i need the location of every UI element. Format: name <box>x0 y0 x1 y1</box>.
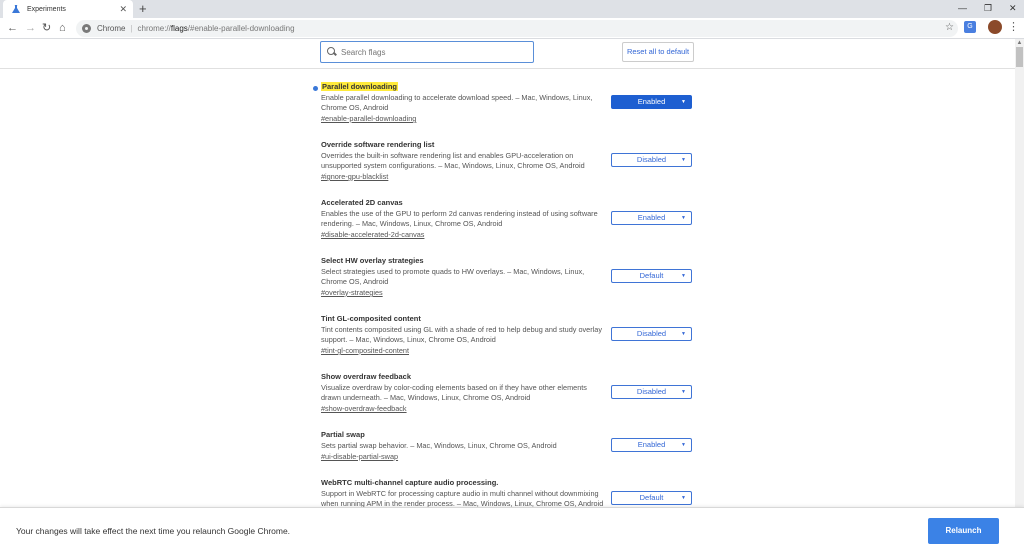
flag-item: Parallel downloading Enable parallel dow… <box>0 82 1015 140</box>
flag-description: Enable parallel downloading to accelerat… <box>321 93 593 112</box>
flag-item: Tint GL-composited content Tint contents… <box>0 314 1015 372</box>
forward-icon[interactable]: → <box>25 20 36 36</box>
flag-description: Visualize overdraw by color-coding eleme… <box>321 383 587 402</box>
flag-select[interactable]: Enabled ▼ <box>611 438 692 452</box>
new-tab-icon[interactable]: + <box>139 1 147 17</box>
flag-item: Override software rendering list Overrid… <box>0 140 1015 198</box>
flag-description: Sets partial swap behavior. – Mac, Windo… <box>321 441 557 450</box>
flag-title: WebRTC multi-channel capture audio proce… <box>321 478 499 487</box>
close-window-icon[interactable]: ✕ <box>1009 1 1017 15</box>
flag-list: Parallel downloading Enable parallel dow… <box>0 70 1015 507</box>
flag-link[interactable]: #enable-parallel-downloading <box>321 114 416 123</box>
flag-title: Override software rendering list <box>321 140 435 149</box>
dropdown-arrow-icon: ▼ <box>681 389 686 395</box>
flag-link[interactable]: #ignore-gpu-blacklist <box>321 172 388 181</box>
relaunch-button[interactable]: Relaunch <box>928 518 999 544</box>
dropdown-arrow-icon: ▼ <box>681 215 686 221</box>
flag-description: Tint contents composited using GL with a… <box>321 325 602 344</box>
flag-description: Select strategies used to promote quads … <box>321 267 585 286</box>
flag-title: Show overdraw feedback <box>321 372 412 381</box>
flag-description: Support in WebRTC for processing capture… <box>321 489 604 507</box>
reset-all-button[interactable]: Reset all to default <box>622 42 694 62</box>
flag-title: Partial swap <box>321 430 365 439</box>
search-box[interactable] <box>320 41 534 63</box>
flag-link[interactable]: #disable-accelerated-2d-canvas <box>321 230 424 239</box>
flag-item: Select HW overlay strategies Select stra… <box>0 256 1015 314</box>
address-bar[interactable]: Chrome | chrome://flags/#enable-parallel… <box>76 20 958 37</box>
back-icon[interactable]: ← <box>7 20 18 36</box>
flag-item: Accelerated 2D canvas Enables the use of… <box>0 198 1015 256</box>
dropdown-arrow-icon: ▼ <box>681 442 686 448</box>
dropdown-arrow-icon: ▼ <box>681 99 686 105</box>
flag-select[interactable]: Disabled ▼ <box>611 385 692 399</box>
flag-item: Show overdraw feedback Visualize overdra… <box>0 372 1015 430</box>
tab-experiments[interactable]: Experiments ✕ <box>3 0 133 18</box>
site-label: Chrome <box>97 24 126 33</box>
scroll-thumb[interactable] <box>1016 47 1023 67</box>
flag-title: Select HW overlay strategies <box>321 256 424 265</box>
home-icon[interactable]: ⌂ <box>59 20 66 36</box>
flag-select[interactable]: Enabled ▼ <box>611 211 692 225</box>
flag-description: Enables the use of the GPU to perform 2d… <box>321 209 598 228</box>
url-text: chrome://flags/#enable-parallel-download… <box>137 24 295 33</box>
restore-icon[interactable]: ❐ <box>984 1 992 15</box>
flag-link[interactable]: #show-overdraw-feedback <box>321 404 407 413</box>
modified-indicator <box>313 86 318 91</box>
flag-select[interactable]: Enabled ▼ <box>611 95 692 109</box>
search-icon <box>327 47 337 57</box>
address-separator: | <box>130 24 133 33</box>
tab-strip: Experiments ✕ + — ❐ ✕ <box>0 0 1024 18</box>
relaunch-message: Your changes will take effect the next t… <box>16 526 291 536</box>
dropdown-arrow-icon: ▼ <box>681 157 686 163</box>
browser-toolbar: ← → ↻ ⌂ Chrome | chrome://flags/#enable-… <box>0 18 1024 39</box>
relaunch-bar: Your changes will take effect the next t… <box>0 507 1024 555</box>
search-input[interactable] <box>341 47 521 57</box>
dropdown-arrow-icon: ▼ <box>681 331 686 337</box>
flag-link[interactable]: #ui-disable-partial-swap <box>321 452 398 461</box>
dropdown-arrow-icon: ▼ <box>681 273 686 279</box>
flag-select[interactable]: Default ▼ <box>611 491 692 505</box>
scroll-up-icon[interactable]: ▲ <box>1015 39 1024 47</box>
flask-icon <box>12 5 20 13</box>
flag-description: Overrides the built-in software renderin… <box>321 151 585 170</box>
minimize-icon[interactable]: — <box>958 1 967 15</box>
flags-header: Reset all to default <box>0 39 1015 69</box>
translate-icon[interactable]: G <box>964 21 976 33</box>
flag-item: WebRTC multi-channel capture audio proce… <box>0 478 1015 507</box>
close-icon[interactable]: ✕ <box>119 4 127 14</box>
flag-select[interactable]: Disabled ▼ <box>611 153 692 167</box>
dropdown-arrow-icon: ▼ <box>681 495 686 501</box>
chrome-icon <box>82 24 91 33</box>
flag-link[interactable]: #tint-gl-composited-content <box>321 346 409 355</box>
star-icon[interactable]: ☆ <box>945 22 954 33</box>
flag-select[interactable]: Disabled ▼ <box>611 327 692 341</box>
flag-link[interactable]: #overlay-strategies <box>321 288 383 297</box>
scrollbar[interactable]: ▲ <box>1015 39 1024 507</box>
avatar[interactable] <box>988 20 1002 34</box>
menu-icon[interactable]: ⋮ <box>1008 19 1019 35</box>
flag-title: Tint GL-composited content <box>321 314 421 323</box>
flag-title: Accelerated 2D canvas <box>321 198 403 207</box>
tab-title: Experiments <box>27 5 66 13</box>
flag-title: Parallel downloading <box>321 82 399 91</box>
flag-select[interactable]: Default ▼ <box>611 269 692 283</box>
reload-icon[interactable]: ↻ <box>42 20 51 36</box>
